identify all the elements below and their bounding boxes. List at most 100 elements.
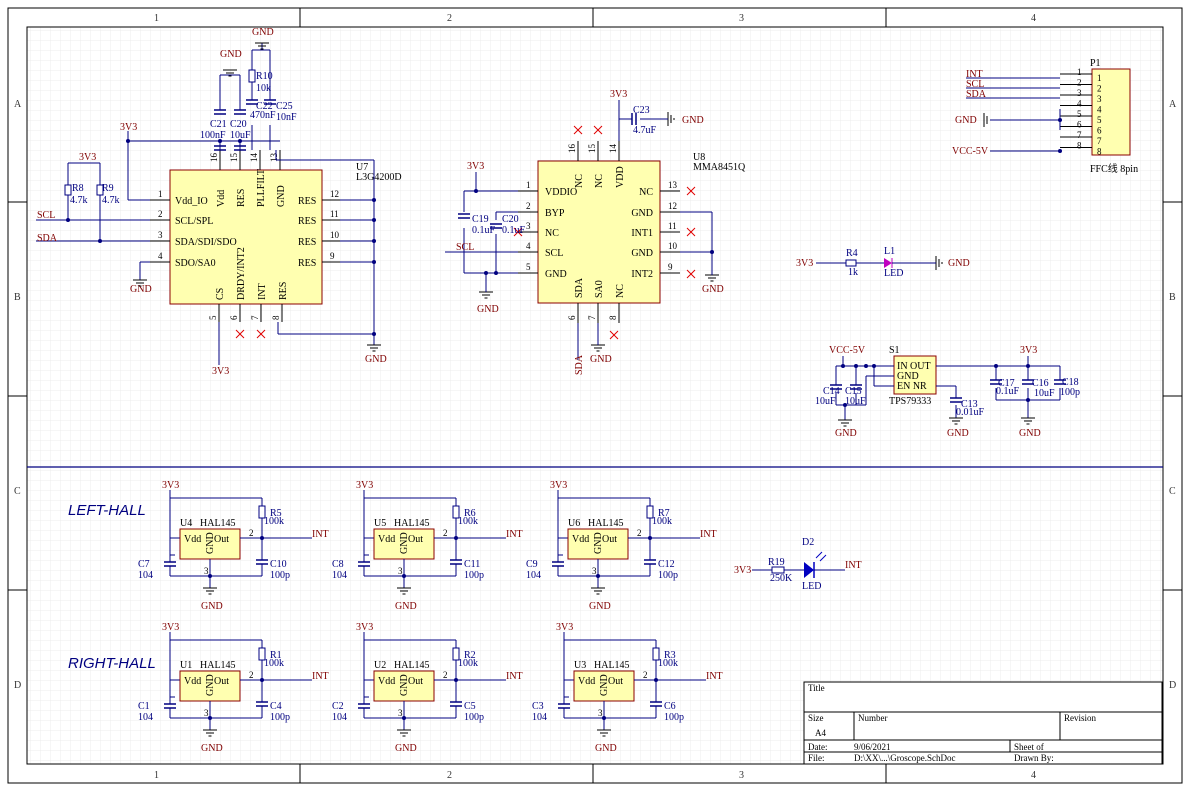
pin-name: GND — [631, 248, 653, 259]
hall-pin2: 2 — [443, 670, 448, 680]
svg-text:C19: C19 — [472, 214, 489, 225]
hall-pin-gnd: GND — [399, 532, 410, 554]
svg-text:0.1uF: 0.1uF — [472, 225, 496, 236]
hall-c1-ref: C9 — [526, 559, 538, 570]
pin-name: SCL/SPL — [175, 216, 213, 227]
hall-pin-vdd: Vdd — [572, 534, 589, 545]
svg-text:R19: R19 — [768, 557, 785, 568]
svg-text:Date:: Date: — [808, 742, 828, 752]
pin-name: INT2 — [631, 269, 653, 280]
p1-net-sda: SDA — [966, 89, 987, 100]
hall-r-val: 100k — [652, 516, 672, 527]
hall-pin-vdd: Vdd — [378, 534, 395, 545]
svg-text:SDA: SDA — [37, 233, 58, 244]
pin-name: INT1 — [631, 228, 653, 239]
hall-pin-vdd: Vdd — [184, 534, 201, 545]
p1-pin-number: 5 — [1077, 109, 1082, 119]
p1-pin-number: 7 — [1077, 130, 1082, 140]
hall-part: HAL145 — [594, 660, 630, 671]
svg-text:Size: Size — [808, 713, 824, 723]
pin-number: 15 — [229, 153, 239, 163]
svg-text:D:\XX\...\Groscope.SchDoc: D:\XX\...\Groscope.SchDoc — [854, 753, 955, 763]
svg-text:TPS79333: TPS79333 — [889, 396, 931, 407]
svg-text:1k: 1k — [848, 267, 858, 278]
pin-number: 8 — [271, 315, 281, 320]
svg-text:L1: L1 — [884, 246, 895, 257]
hall-vcc-label: 3V3 — [356, 622, 373, 633]
pin-name: CS — [215, 288, 226, 300]
hall-part: HAL145 — [200, 518, 236, 529]
svg-text:GND: GND — [702, 284, 724, 295]
hall-pin2: 2 — [249, 528, 254, 538]
pin-number: 13 — [269, 153, 279, 163]
pin-number: 7 — [587, 315, 597, 320]
p1-pin-name: 6 — [1097, 126, 1102, 136]
svg-text:10nF: 10nF — [276, 112, 297, 123]
p1-pin-name: 4 — [1097, 105, 1102, 115]
hall-pin3: 3 — [398, 708, 403, 718]
pin-number: 6 — [229, 315, 239, 320]
hall-vcc-label: 3V3 — [356, 480, 373, 491]
title-block: Title Size A4 Number Revision Date: 9/06… — [803, 681, 1163, 765]
hall-r-val: 100k — [658, 658, 678, 669]
pin-number: 9 — [668, 262, 673, 272]
schematic-sheet: 11223344AABBCCDD U7 L3G4200D 1 Vdd_IO 2 SCL… — [0, 0, 1190, 791]
hall-part: HAL145 — [200, 660, 236, 671]
svg-text:S1: S1 — [889, 345, 900, 356]
zone-col-top: 4 — [1031, 13, 1036, 24]
svg-text:10uF: 10uF — [845, 396, 866, 407]
hall-pin-out: Out — [408, 534, 423, 545]
svg-text:10uF: 10uF — [1034, 388, 1055, 399]
u7-part: L3G4200D — [356, 172, 402, 183]
svg-text:0.1uF: 0.1uF — [996, 386, 1020, 397]
pin-number: 5 — [526, 262, 531, 272]
svg-text:3V3: 3V3 — [212, 366, 229, 377]
hall-pin3: 3 — [598, 708, 603, 718]
p1-net-gnd: GND — [955, 115, 977, 126]
svg-text:4.7k: 4.7k — [102, 195, 120, 206]
hall-int-label: INT — [700, 529, 717, 540]
hall-int-label: INT — [312, 529, 329, 540]
hall-pin-out: Out — [214, 676, 229, 687]
hall-pin2: 2 — [249, 670, 254, 680]
hall-pin-gnd: GND — [205, 532, 216, 554]
pin-number: 10 — [668, 241, 678, 251]
svg-text:R9: R9 — [102, 183, 114, 194]
hall-int-label: INT — [706, 671, 723, 682]
hall-c2-ref: C10 — [270, 559, 287, 570]
zone-row-right: A — [1169, 99, 1177, 110]
pin-number: 10 — [330, 230, 340, 240]
hall-c2-ref: C5 — [464, 701, 476, 712]
hall-pin-out: Out — [214, 534, 229, 545]
pin-number: 2 — [158, 209, 163, 219]
svg-text:3V3: 3V3 — [610, 89, 627, 100]
p1-pin-number: 1 — [1077, 67, 1082, 77]
zone-col-top: 2 — [447, 13, 452, 24]
p1-pin-name: 2 — [1097, 84, 1102, 94]
svg-text:R4: R4 — [846, 248, 858, 259]
hall-pin-vdd: Vdd — [578, 676, 595, 687]
p1-pin-number: 3 — [1077, 88, 1082, 98]
svg-text:INT: INT — [845, 560, 862, 571]
hall-gnd-label: GND — [395, 743, 417, 754]
hall-ref: U2 — [374, 660, 386, 671]
pin-number: 12 — [330, 189, 339, 199]
hall-vcc-label: 3V3 — [162, 480, 179, 491]
pin-number: 15 — [587, 144, 597, 154]
hall-pin-vdd: Vdd — [184, 676, 201, 687]
svg-text:GND: GND — [590, 354, 612, 365]
svg-text:GND: GND — [948, 258, 970, 269]
pin-number: 12 — [668, 201, 677, 211]
hall-r-val: 100k — [458, 658, 478, 669]
svg-text:3V3: 3V3 — [120, 122, 137, 133]
pin-number: 4 — [526, 241, 531, 251]
svg-text:LED: LED — [884, 268, 903, 279]
hall-part: HAL145 — [394, 518, 430, 529]
hall-pin-gnd: GND — [593, 532, 604, 554]
p1-pin-name: 8 — [1097, 147, 1102, 157]
svg-text:SDA: SDA — [574, 354, 585, 375]
pin-number: 9 — [330, 251, 335, 261]
hall-gnd-label: GND — [201, 601, 223, 612]
zone-row-right: C — [1169, 486, 1176, 497]
hall-c2-ref: C4 — [270, 701, 282, 712]
